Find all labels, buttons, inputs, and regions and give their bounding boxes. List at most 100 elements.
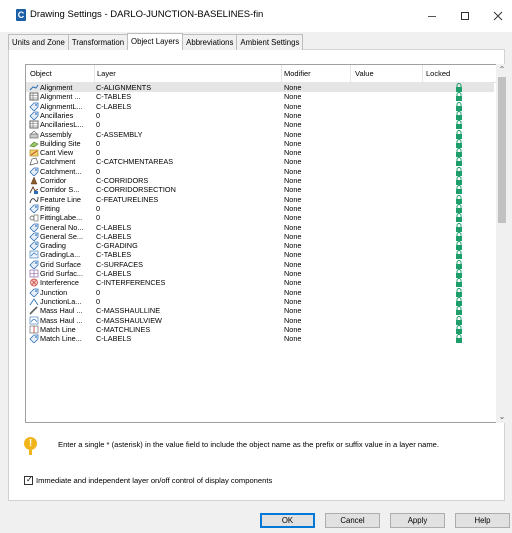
lock-icon[interactable] — [454, 231, 464, 241]
object-name-cell[interactable]: Building Site — [40, 139, 96, 148]
modifier-cell[interactable]: None — [284, 176, 344, 185]
modifier-cell[interactable]: None — [284, 148, 344, 157]
lock-icon[interactable] — [454, 101, 464, 111]
object-name-cell[interactable]: Grid Surface — [40, 260, 96, 269]
layer-cell[interactable]: C-CORRIDORS — [96, 176, 281, 185]
table-row[interactable]: Corridor S... C-CORRIDORSECTION None — [26, 185, 494, 195]
table-row[interactable]: Cant View 0 None — [26, 148, 494, 158]
modifier-cell[interactable]: None — [284, 195, 344, 204]
lock-icon[interactable] — [454, 324, 464, 334]
apply-button[interactable]: Apply — [390, 513, 445, 528]
column-header-modifier[interactable]: Modifier — [284, 69, 311, 78]
table-row[interactable]: Grid Surfac... C-LABELS None — [26, 269, 494, 278]
independent-layer-control-checkbox[interactable]: ✓ — [24, 475, 33, 485]
object-name-cell[interactable]: Fitting — [40, 204, 96, 213]
lock-icon[interactable] — [454, 138, 464, 148]
object-name-cell[interactable]: Corridor — [40, 176, 96, 185]
modifier-cell[interactable]: None — [284, 306, 344, 315]
column-header-value[interactable]: Value — [355, 69, 374, 78]
object-name-cell[interactable]: GradingLa... — [40, 250, 96, 259]
scroll-up-arrow-icon[interactable]: ⌃ — [496, 64, 508, 76]
table-row[interactable]: Mass Haul ... C-MASSHAULVIEW None — [26, 316, 494, 325]
object-name-cell[interactable]: Mass Haul ... — [40, 306, 96, 315]
layer-cell[interactable]: C-CORRIDORSECTION — [96, 185, 281, 194]
table-row[interactable]: Match Line C-MATCHLINES None — [26, 325, 494, 334]
modifier-cell[interactable]: None — [284, 250, 344, 259]
table-row[interactable]: Feature Line C-FEATURELINES None — [26, 195, 494, 204]
table-row[interactable]: Alignment C-ALIGNMENTS None — [26, 83, 494, 92]
modifier-cell[interactable]: None — [284, 185, 344, 194]
object-name-cell[interactable]: Assembly — [40, 130, 96, 139]
object-name-cell[interactable]: FittingLabe... — [40, 213, 96, 222]
object-name-cell[interactable]: Match Line... — [40, 334, 96, 343]
object-name-cell[interactable]: Feature Line — [40, 195, 96, 204]
table-row[interactable]: General Se... C-LABELS None — [26, 231, 494, 242]
modifier-cell[interactable]: None — [284, 269, 344, 278]
modifier-cell[interactable]: None — [284, 297, 344, 306]
modifier-cell[interactable]: None — [284, 232, 344, 241]
modifier-cell[interactable]: None — [284, 167, 344, 176]
object-name-cell[interactable]: Junction — [40, 288, 96, 297]
object-name-cell[interactable]: Match Line — [40, 325, 96, 334]
layer-cell[interactable]: 0 — [96, 111, 281, 120]
lock-icon[interactable] — [454, 296, 464, 306]
column-header-object[interactable]: Object — [30, 69, 52, 78]
layer-cell[interactable]: C-SURFACES — [96, 260, 281, 269]
lock-icon[interactable] — [454, 92, 464, 102]
layer-cell[interactable]: 0 — [96, 148, 281, 157]
table-row[interactable]: Building Site 0 None — [26, 139, 494, 148]
table-row[interactable]: General No... C-LABELS None — [26, 222, 494, 233]
scroll-down-arrow-icon[interactable]: ⌄ — [496, 411, 508, 423]
layer-cell[interactable]: 0 — [96, 297, 281, 306]
modifier-cell[interactable]: None — [284, 92, 344, 101]
lock-icon[interactable] — [454, 203, 464, 213]
modifier-cell[interactable]: None — [284, 288, 344, 297]
ok-button[interactable]: OK — [260, 513, 315, 528]
layer-cell[interactable]: C-CATCHMENTAREAS — [96, 157, 281, 166]
layer-cell[interactable]: C-TABLES — [96, 92, 281, 101]
modifier-cell[interactable]: None — [284, 139, 344, 148]
table-row[interactable]: Junction 0 None — [26, 288, 494, 298]
layer-cell[interactable]: C-MASSHAULLINE — [96, 306, 281, 315]
object-name-cell[interactable]: Grid Surfac... — [40, 269, 96, 278]
object-name-cell[interactable]: Catchment... — [40, 167, 96, 176]
layer-cell[interactable]: 0 — [96, 204, 281, 213]
modifier-cell[interactable]: None — [284, 102, 344, 111]
table-row[interactable]: Alignment ... C-TABLES None — [26, 92, 494, 102]
table-row[interactable]: Mass Haul ... C-MASSHAULLINE None — [26, 306, 494, 316]
table-row[interactable]: Grid Surface C-SURFACES None — [26, 260, 494, 270]
column-divider[interactable] — [422, 65, 423, 82]
tab-transformation[interactable]: Transformation — [67, 34, 129, 50]
table-row[interactable]: Ancillaries 0 None — [26, 111, 494, 121]
table-row[interactable]: Catchment C-CATCHMENTAREAS None — [26, 157, 494, 167]
grid-vertical-scrollbar[interactable]: ⌃ ⌄ — [496, 64, 508, 423]
object-name-cell[interactable]: General Se... — [40, 232, 96, 241]
object-name-cell[interactable]: AlignmentL... — [40, 102, 96, 111]
layer-cell[interactable]: C-MASSHAULVIEW — [96, 316, 281, 325]
object-name-cell[interactable]: Corridor S... — [40, 185, 96, 194]
layer-cell[interactable]: 0 — [96, 120, 281, 129]
layer-cell[interactable]: C-ALIGNMENTS — [96, 83, 281, 92]
column-divider[interactable] — [94, 65, 95, 82]
layer-cell[interactable]: C-INTERFERENCES — [96, 278, 281, 287]
column-header-locked[interactable]: Locked — [426, 69, 450, 78]
lock-icon[interactable] — [454, 306, 464, 316]
modifier-cell[interactable]: None — [284, 204, 344, 213]
lock-icon[interactable] — [454, 148, 464, 158]
tab-ambient-settings[interactable]: Ambient Settings — [236, 34, 304, 50]
lock-icon[interactable] — [454, 157, 464, 167]
independent-layer-control-label[interactable]: Immediate and independent layer on/off c… — [36, 476, 272, 485]
modifier-cell[interactable]: None — [284, 241, 344, 250]
cancel-button[interactable]: Cancel — [325, 513, 380, 528]
lock-icon[interactable] — [454, 120, 464, 130]
table-row[interactable]: GradingLa... C-TABLES None — [26, 250, 494, 260]
table-row[interactable]: AncillariesL... 0 None — [26, 120, 494, 130]
lock-icon[interactable] — [454, 222, 464, 232]
layer-cell[interactable]: 0 — [96, 288, 281, 297]
modifier-cell[interactable]: None — [284, 157, 344, 166]
object-name-cell[interactable]: Grading — [40, 241, 96, 250]
close-button[interactable] — [484, 4, 512, 28]
layer-cell[interactable]: C-ASSEMBLY — [96, 130, 281, 139]
table-row[interactable]: Interference C-INTERFERENCES None — [26, 278, 494, 288]
object-name-cell[interactable]: Alignment ... — [40, 92, 96, 101]
